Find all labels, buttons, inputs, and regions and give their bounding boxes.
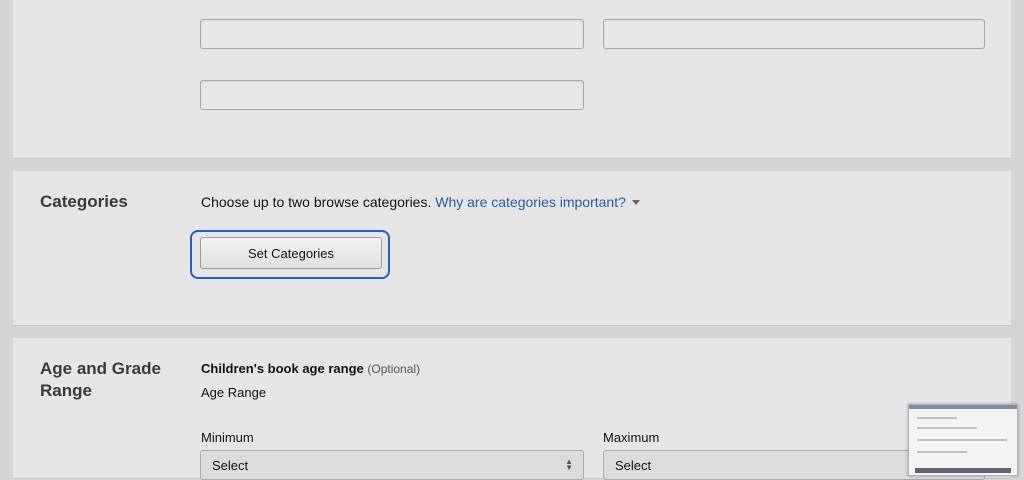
maximum-select-value: Select [615,457,652,473]
categories-help-text: Choose up to two browse categories. [201,194,432,210]
age-range-subheading-text: Children's book age range [201,361,364,376]
screenshot-thumbnail[interactable] [908,404,1018,476]
age-grade-heading: Age and Grade Range [40,359,161,400]
contributors-panel [13,0,1011,158]
thumbnail-menubar [909,405,1017,409]
thumbnail-line [917,417,957,419]
categories-help-link-text[interactable]: Why are categories important? [435,194,626,210]
thumbnail-dock [915,468,1011,473]
thumbnail-line [917,427,977,429]
minimum-select[interactable]: Select ▲ ▼ [200,450,584,480]
caret-down-icon[interactable] [631,200,640,205]
maximum-label: Maximum [603,430,660,445]
age-range-label: Age Range [201,385,267,400]
categories-panel: Categories Choose up to two browse categ… [13,171,1011,325]
minimum-label: Minimum [201,430,254,445]
categories-help-link[interactable]: Why are categories important? [435,194,640,210]
text-field-3[interactable] [200,80,584,110]
updown-arrows-icon: ▲ ▼ [565,457,573,472]
categories-help: Choose up to two browse categories. Why … [201,194,640,210]
thumbnail-line [917,451,967,453]
age-grade-panel: Age and Grade Range Children's book age … [13,338,1011,480]
minimum-select-value: Select [212,457,249,473]
thumbnail-line [917,439,1007,441]
optional-tag: (Optional) [367,362,421,376]
set-categories-button[interactable]: Set Categories [200,237,382,269]
text-field-1[interactable] [200,19,584,49]
age-range-subheading: Children's book age range (Optional) [201,361,420,376]
categories-heading: Categories [40,192,128,211]
text-field-2[interactable] [603,19,985,49]
